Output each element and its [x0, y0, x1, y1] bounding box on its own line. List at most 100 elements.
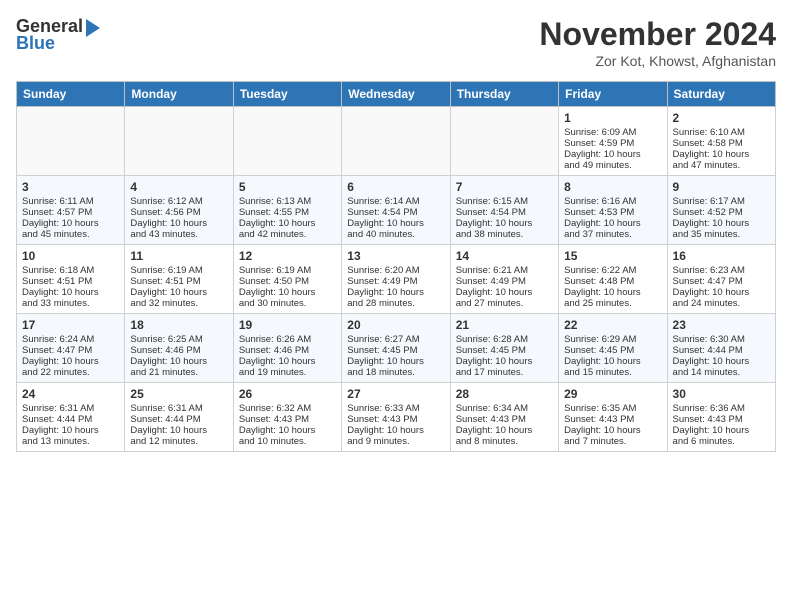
calendar-cell: 27Sunrise: 6:33 AMSunset: 4:43 PMDayligh… — [342, 383, 450, 452]
calendar-header-row: SundayMondayTuesdayWednesdayThursdayFrid… — [17, 82, 776, 107]
calendar-cell: 5Sunrise: 6:13 AMSunset: 4:55 PMDaylight… — [233, 176, 341, 245]
calendar-cell: 11 Sunrise: 6:19 AMSunset: 4:51 PMDayligh… — [125, 245, 233, 314]
day-info: and 32 minutes. — [130, 298, 227, 309]
day-info: and 13 minutes. — [22, 436, 119, 447]
day-info: Daylight: 10 hours — [564, 218, 661, 229]
day-info: Sunset: 4:45 PM — [347, 345, 444, 356]
day-info: Sunrise: 6:34 AM — [456, 403, 553, 414]
day-info: Daylight: 10 hours — [239, 356, 336, 367]
day-info: Sunset: 4:54 PM — [347, 207, 444, 218]
logo-arrow-icon — [86, 19, 100, 37]
day-info: Daylight: 10 hours — [22, 425, 119, 436]
day-info: Daylight: 10 hours — [239, 287, 336, 298]
day-number: 1 — [564, 111, 661, 125]
day-info: and 7 minutes. — [564, 436, 661, 447]
day-number: 30 — [673, 387, 770, 401]
day-number: 2 — [673, 111, 770, 125]
day-info: Sunrise: 6:33 AM — [347, 403, 444, 414]
calendar-cell — [17, 107, 125, 176]
day-info: Sunset: 4:56 PM — [130, 207, 227, 218]
day-number: 20 — [347, 318, 444, 332]
day-number: 26 — [239, 387, 336, 401]
day-info: and 28 minutes. — [347, 298, 444, 309]
day-info: Sunrise: 6:32 AM — [239, 403, 336, 414]
calendar-cell: 30Sunrise: 6:36 AMSunset: 4:43 PMDayligh… — [667, 383, 775, 452]
day-info: Sunrise: 6:19 AM — [130, 265, 227, 276]
day-info: and 37 minutes. — [564, 229, 661, 240]
day-info: Sunrise: 6:15 AM — [456, 196, 553, 207]
calendar-cell: 6Sunrise: 6:14 AMSunset: 4:54 PMDaylight… — [342, 176, 450, 245]
day-info: Sunset: 4:45 PM — [564, 345, 661, 356]
calendar-cell: 28Sunrise: 6:34 AMSunset: 4:43 PMDayligh… — [450, 383, 558, 452]
day-info: and 8 minutes. — [456, 436, 553, 447]
day-info: and 9 minutes. — [347, 436, 444, 447]
day-info: Sunrise: 6:10 AM — [673, 127, 770, 138]
day-number: 21 — [456, 318, 553, 332]
day-info: Sunrise: 6:16 AM — [564, 196, 661, 207]
calendar-cell: 13Sunrise: 6:20 AMSunset: 4:49 PMDayligh… — [342, 245, 450, 314]
calendar-table: SundayMondayTuesdayWednesdayThursdayFrid… — [16, 81, 776, 452]
day-info: and 22 minutes. — [22, 367, 119, 378]
day-info: Daylight: 10 hours — [22, 218, 119, 229]
day-info: Sunset: 4:50 PM — [239, 276, 336, 287]
calendar-week-3: 10Sunrise: 6:18 AMSunset: 4:51 PMDayligh… — [17, 245, 776, 314]
day-info: Daylight: 10 hours — [456, 287, 553, 298]
day-info: and 30 minutes. — [239, 298, 336, 309]
day-number: 16 — [673, 249, 770, 263]
day-info: Sunset: 4:43 PM — [347, 414, 444, 425]
day-info: Daylight: 10 hours — [673, 356, 770, 367]
calendar-header-sunday: Sunday — [17, 82, 125, 107]
day-info: and 47 minutes. — [673, 160, 770, 171]
day-info: Daylight: 10 hours — [564, 149, 661, 160]
day-info: Sunset: 4:44 PM — [130, 414, 227, 425]
day-number: 9 — [673, 180, 770, 194]
day-number: 17 — [22, 318, 119, 332]
calendar-cell: 2Sunrise: 6:10 AMSunset: 4:58 PMDaylight… — [667, 107, 775, 176]
day-info: Sunset: 4:46 PM — [130, 345, 227, 356]
day-info: and 21 minutes. — [130, 367, 227, 378]
day-info: Sunrise: 6:23 AM — [673, 265, 770, 276]
day-info: Sunset: 4:49 PM — [456, 276, 553, 287]
calendar-cell: 23Sunrise: 6:30 AMSunset: 4:44 PMDayligh… — [667, 314, 775, 383]
day-info: Sunrise: 6:31 AM — [22, 403, 119, 414]
calendar-header-saturday: Saturday — [667, 82, 775, 107]
day-info: and 45 minutes. — [22, 229, 119, 240]
calendar-cell — [125, 107, 233, 176]
day-number: 10 — [22, 249, 119, 263]
day-info: Sunrise: 6:24 AM — [22, 334, 119, 345]
day-info: and 43 minutes. — [130, 229, 227, 240]
calendar-cell: 1Sunrise: 6:09 AMSunset: 4:59 PMDaylight… — [559, 107, 667, 176]
day-info: Sunset: 4:43 PM — [456, 414, 553, 425]
day-info: Sunset: 4:55 PM — [239, 207, 336, 218]
day-info: Sunrise: 6:21 AM — [456, 265, 553, 276]
day-number: 11 — [130, 249, 227, 263]
calendar-cell: 29Sunrise: 6:35 AMSunset: 4:43 PMDayligh… — [559, 383, 667, 452]
day-info: Sunrise: 6:19 AM — [239, 265, 336, 276]
calendar-week-4: 17Sunrise: 6:24 AMSunset: 4:47 PMDayligh… — [17, 314, 776, 383]
day-info: Daylight: 10 hours — [347, 218, 444, 229]
day-info: Daylight: 10 hours — [673, 425, 770, 436]
calendar-cell — [233, 107, 341, 176]
day-info: Daylight: 10 hours — [347, 425, 444, 436]
day-info: Sunset: 4:44 PM — [22, 414, 119, 425]
calendar-header-tuesday: Tuesday — [233, 82, 341, 107]
day-info: Sunrise: 6:13 AM — [239, 196, 336, 207]
calendar-cell: 24Sunrise: 6:31 AMSunset: 4:44 PMDayligh… — [17, 383, 125, 452]
day-info: Sunset: 4:46 PM — [239, 345, 336, 356]
calendar-cell: 10Sunrise: 6:18 AMSunset: 4:51 PMDayligh… — [17, 245, 125, 314]
day-info: Daylight: 10 hours — [239, 218, 336, 229]
day-info: Sunset: 4:49 PM — [347, 276, 444, 287]
day-number: 28 — [456, 387, 553, 401]
day-info: and 10 minutes. — [239, 436, 336, 447]
day-info: and 12 minutes. — [130, 436, 227, 447]
day-number: 14 — [456, 249, 553, 263]
calendar-cell: 9Sunrise: 6:17 AMSunset: 4:52 PMDaylight… — [667, 176, 775, 245]
day-number: 13 — [347, 249, 444, 263]
logo-text-blue: Blue — [16, 33, 55, 54]
day-info: Daylight: 10 hours — [564, 287, 661, 298]
day-info: Daylight: 10 hours — [130, 287, 227, 298]
day-info: Sunset: 4:51 PM — [130, 276, 227, 287]
day-number: 23 — [673, 318, 770, 332]
day-number: 25 — [130, 387, 227, 401]
calendar-cell — [342, 107, 450, 176]
